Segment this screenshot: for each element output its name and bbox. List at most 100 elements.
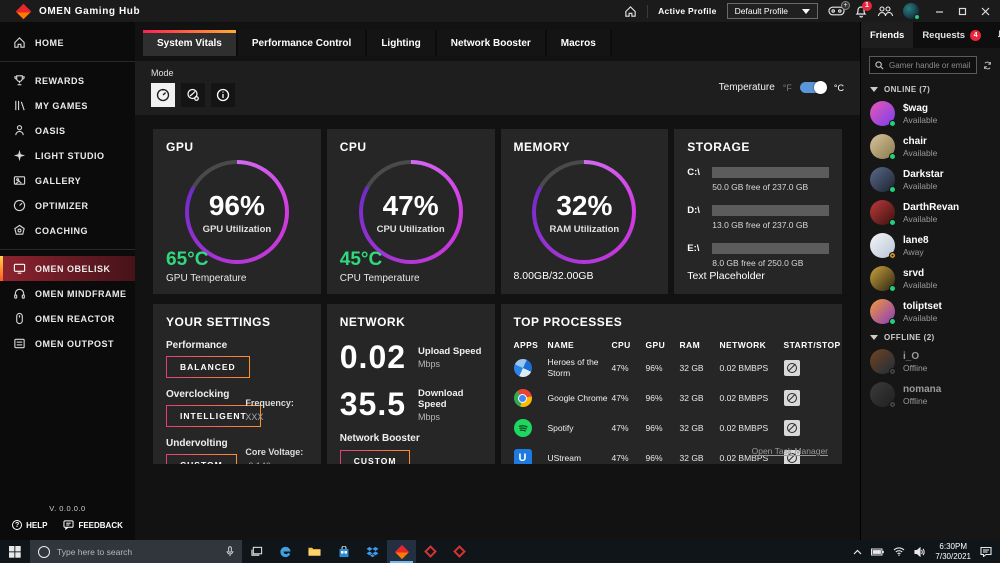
mode-performance-button[interactable] <box>151 83 175 107</box>
friend-row[interactable]: Darkstar Available <box>861 163 1000 196</box>
friend-name: i_O <box>903 350 920 362</box>
tab-lighting[interactable]: Lighting <box>367 30 437 56</box>
memory-card-title: MEMORY <box>513 140 571 154</box>
friends-tab-label: Friends <box>870 29 905 41</box>
stop-process-button[interactable] <box>783 360 800 376</box>
profile-dropdown[interactable]: Default Profile <box>726 3 818 19</box>
undervolting-setting: Undervolting CUSTOM Core Voltage: -0.140… <box>166 438 308 464</box>
omen-app-3-button[interactable] <box>445 540 474 563</box>
sidebar-item-omen-reactor[interactable]: OMEN REACTOR <box>0 306 135 331</box>
pin-panel-button[interactable] <box>990 22 1000 48</box>
help-icon: ? <box>12 520 23 530</box>
tab-network-booster[interactable]: Network Booster <box>436 30 547 56</box>
network-booster-button[interactable]: CUSTOM <box>340 450 411 464</box>
minimize-button[interactable] <box>935 7 944 16</box>
tab-friends[interactable]: Friends <box>861 22 914 48</box>
keypad-icon <box>14 338 25 349</box>
friend-row[interactable]: chair Available <box>861 130 1000 163</box>
home-button[interactable] <box>624 5 637 18</box>
sidebar-item-coaching[interactable]: COACHING <box>0 218 135 243</box>
edge-button[interactable] <box>271 540 300 563</box>
sidebar-item-home[interactable]: HOME <box>0 30 135 55</box>
tab-performance-control[interactable]: Performance Control <box>237 30 368 56</box>
notifications-button[interactable]: 1 <box>855 0 872 18</box>
open-task-manager-link[interactable]: Open Task Manager <box>752 446 828 456</box>
friend-row[interactable]: nomana Offline <box>861 378 1000 411</box>
sidebar-item-omen-obelisk[interactable]: OMEN OBELISK <box>0 256 135 281</box>
sidebar-item-optimizer[interactable]: OPTIMIZER <box>0 193 135 218</box>
gamepad-button[interactable]: + <box>828 1 850 17</box>
task-view-button[interactable] <box>242 540 271 563</box>
friend-row[interactable]: i_O Offline <box>861 345 1000 378</box>
battery-button[interactable] <box>871 548 885 556</box>
drive-e-detail: 8.0 GB free of 250.0 GB <box>712 258 804 268</box>
sidebar-item-oasis[interactable]: OASIS <box>0 118 135 143</box>
file-explorer-button[interactable] <box>300 540 329 563</box>
sidebar-item-omen-mindframe[interactable]: OMEN MINDFRAME <box>0 281 135 306</box>
sidebar-item-gallery[interactable]: GALLERY <box>0 168 135 193</box>
status-offline-dot <box>889 368 896 375</box>
close-button[interactable] <box>981 7 990 16</box>
dropbox-button[interactable] <box>358 540 387 563</box>
avatar <box>870 233 896 259</box>
search-icon <box>875 60 884 70</box>
friend-row[interactable]: $wag Available <box>861 97 1000 130</box>
feedback-button[interactable]: FEEDBACK <box>63 520 123 530</box>
coaching-icon <box>14 224 25 235</box>
friend-row[interactable]: lane8 Away <box>861 229 1000 262</box>
tab-requests[interactable]: Requests 4 <box>913 22 990 48</box>
avatar <box>870 134 896 160</box>
omen-app-2-button[interactable] <box>416 540 445 563</box>
mouse-icon <box>16 312 23 325</box>
tab-system-vitals[interactable]: System Vitals <box>143 30 238 56</box>
performance-button[interactable]: BALANCED <box>166 356 250 378</box>
temperature-unit-toggle[interactable] <box>799 81 827 94</box>
friends-search-box[interactable] <box>869 56 977 74</box>
start-button[interactable] <box>0 540 30 563</box>
omen-logo-icon <box>15 3 32 19</box>
cpu-percent-label: CPU Utilization <box>376 223 445 235</box>
sidebar-item-omen-outpost[interactable]: OMEN OUTPOST <box>0 331 135 356</box>
friend-row[interactable]: srvd Available <box>861 262 1000 295</box>
sidebar-item-my-games[interactable]: MY GAMES <box>0 93 135 118</box>
avatar <box>870 382 896 408</box>
offline-section-header[interactable]: OFFLINE (2) <box>861 328 1000 345</box>
friend-row[interactable]: DarthRevan Available <box>861 196 1000 229</box>
app-title: OMEN Gaming Hub <box>39 5 141 17</box>
undervolting-button[interactable]: CUSTOM <box>166 454 237 464</box>
feedback-label: FEEDBACK <box>78 520 123 530</box>
friend-status: Available <box>903 213 938 224</box>
action-center-button[interactable] <box>980 546 992 557</box>
core-voltage-label: Core Voltage: <box>245 447 304 457</box>
user-avatar[interactable] <box>903 3 920 20</box>
friend-row[interactable]: toliptset Available <box>861 295 1000 328</box>
online-section-header[interactable]: ONLINE (7) <box>861 80 1000 97</box>
toggle-knob <box>813 81 827 94</box>
mode-cooling-button[interactable] <box>181 83 205 107</box>
store-button[interactable] <box>329 540 358 563</box>
friends-button[interactable] <box>877 5 893 17</box>
friends-search-input[interactable] <box>889 60 971 70</box>
col-ram: RAM <box>679 340 701 350</box>
spotify-icon <box>513 419 532 437</box>
sidebar-item-light-studio[interactable]: LIGHT STUDIO <box>0 143 135 168</box>
tab-macros[interactable]: Macros <box>546 30 612 56</box>
help-button[interactable]: ? HELP <box>12 520 47 530</box>
taskbar-search-input[interactable] <box>57 546 219 557</box>
taskbar-search[interactable] <box>30 540 242 563</box>
omen-hub-button[interactable] <box>387 540 416 563</box>
wifi-button[interactable] <box>893 547 905 556</box>
maximize-button[interactable] <box>958 7 967 16</box>
collapse-icon <box>870 87 878 92</box>
taskbar-clock[interactable]: 6:30PM 7/30/2021 <box>935 542 971 562</box>
stop-process-button[interactable] <box>783 390 800 406</box>
microphone-icon[interactable] <box>226 546 234 557</box>
person-icon <box>15 125 24 136</box>
mode-info-button[interactable] <box>211 83 235 107</box>
volume-button[interactable] <box>914 546 926 557</box>
stop-process-button[interactable] <box>783 420 800 436</box>
refresh-icon[interactable] <box>983 59 992 72</box>
sidebar-item-rewards[interactable]: REWARDS <box>0 68 135 93</box>
tray-expand-button[interactable] <box>853 549 862 555</box>
process-ram: 32 GB <box>679 363 704 373</box>
